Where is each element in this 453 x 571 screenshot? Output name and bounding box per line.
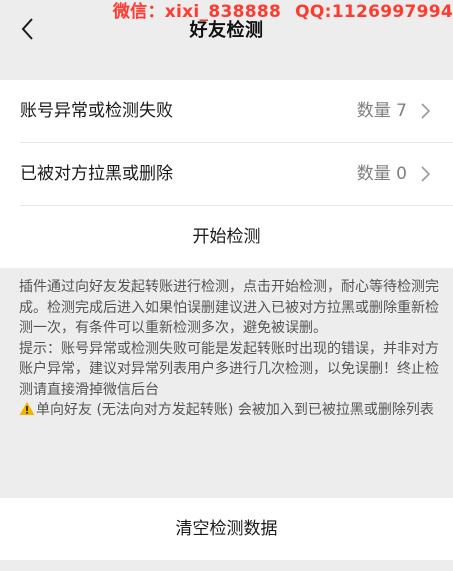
description-para-1: 插件通过向好友发起转账进行检测，点击开始检测，耐心等待检测完成。检测完成后进入如… (19, 279, 439, 336)
clear-card: 清空检测数据 (0, 498, 453, 560)
start-detection-button[interactable]: 开始检测 (0, 206, 453, 268)
description-para-3-wrapper: 单向好友 (无法向对方发起转账) 会被加入到已被拉黑或删除列表 (19, 400, 439, 421)
warning-icon (19, 401, 35, 416)
watermark-wechat: 微信：xixi_838888 (112, 2, 282, 22)
chevron-right-icon (419, 102, 433, 120)
row-count: 数量 7 (356, 101, 407, 121)
row-label: 已被对方拉黑或删除 (20, 164, 173, 184)
top-bar: 好友检测 微信：xixi_838888 QQ:1126997994 (0, 0, 453, 80)
watermark: 微信：xixi_838888 QQ:1126997994 (113, 0, 453, 22)
description: 插件通过向好友发起转账进行检测，点击开始检测，耐心等待检测完成。检测完成后进入如… (19, 277, 439, 421)
row-abnormal-or-failed[interactable]: 账号异常或检测失败 数量 7 (0, 80, 453, 142)
detection-card: 账号异常或检测失败 数量 7 已被对方拉黑或删除 数量 0 开始检测 (0, 80, 453, 268)
clear-data-button[interactable]: 清空检测数据 (0, 498, 453, 560)
row-label: 账号异常或检测失败 (20, 101, 173, 121)
description-para-2: 提示：账号异常或检测失败可能是发起转账时出现的错误，并非对方账户异常，建议对异常… (19, 340, 439, 398)
row-blocked-or-deleted[interactable]: 已被对方拉黑或删除 数量 0 (0, 143, 453, 205)
description-para-3: 单向好友 (无法向对方发起转账) 会被加入到已被拉黑或删除列表 (36, 402, 434, 418)
chevron-right-icon (419, 165, 433, 183)
row-count: 数量 0 (356, 164, 407, 184)
watermark-qq: QQ:1126997994 (295, 2, 453, 22)
